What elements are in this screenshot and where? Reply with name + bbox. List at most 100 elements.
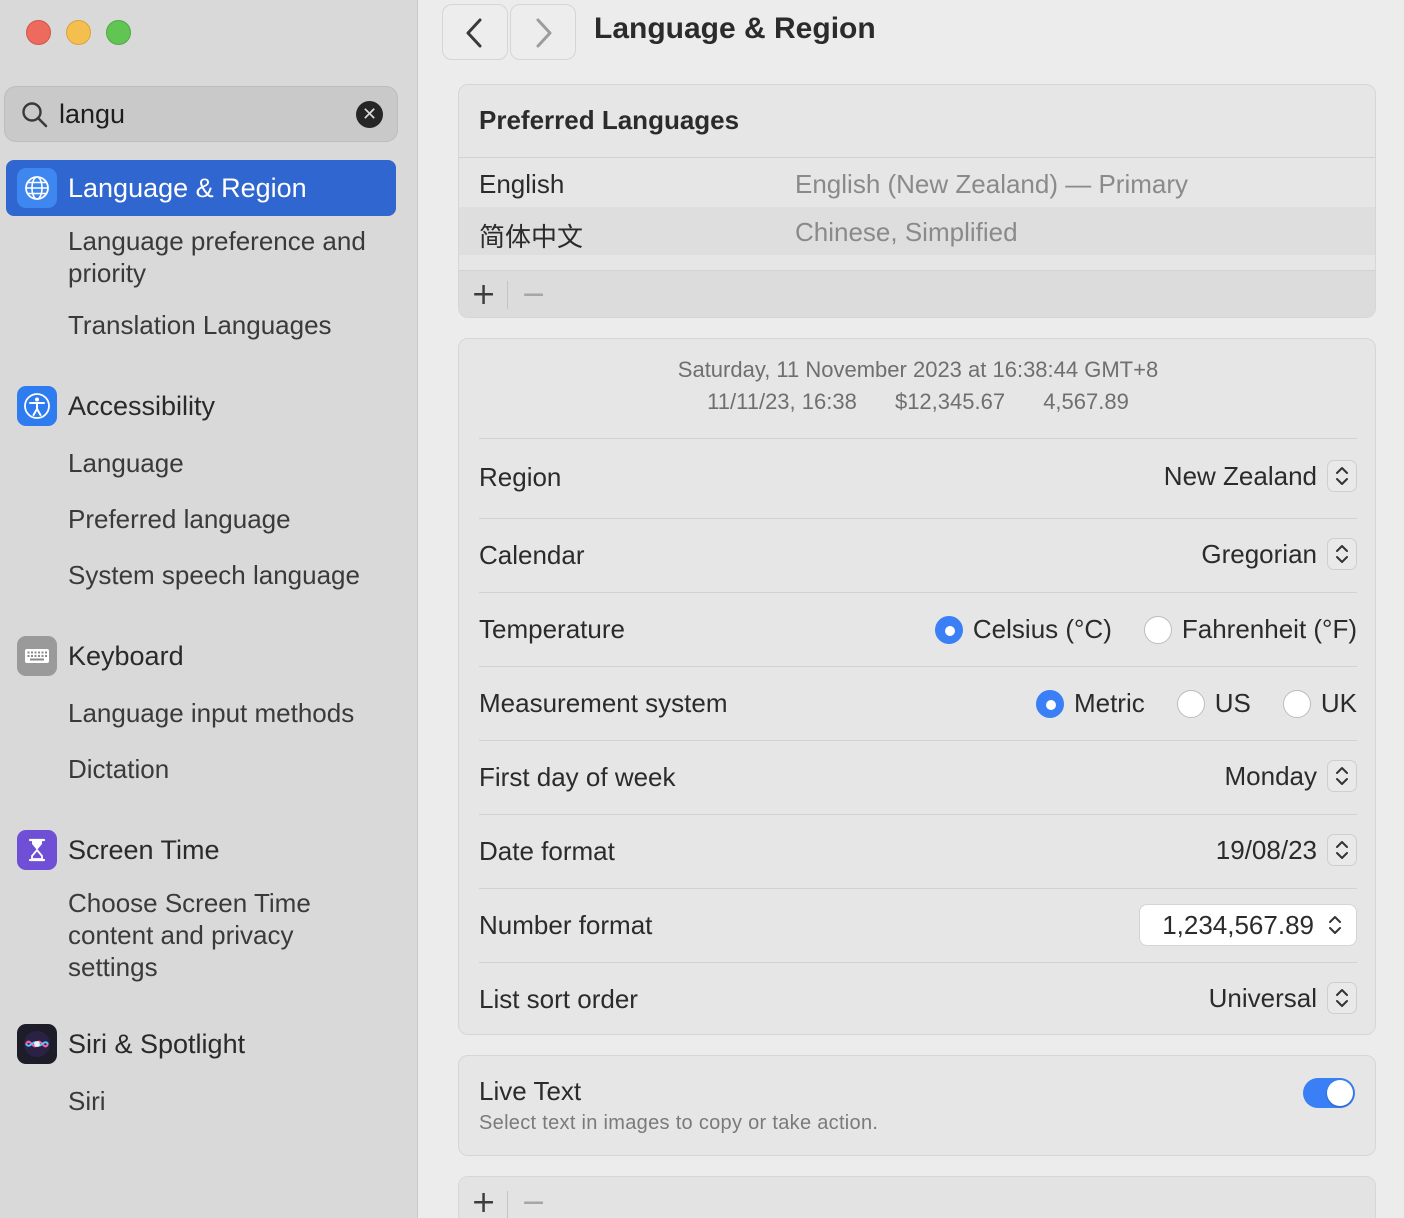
- radio-label: Celsius (°C): [972, 614, 1112, 644]
- live-text-panel: Live Text Select text in images to copy …: [458, 1055, 1376, 1156]
- siri-icon: [17, 1024, 57, 1064]
- format-preview-date: 11/11/23, 16:38: [707, 389, 857, 414]
- region-popup[interactable]: New Zealand: [1164, 460, 1357, 492]
- calendar-row: Calendar Gregorian: [479, 518, 1357, 592]
- add-language-button[interactable]: +: [471, 277, 496, 312]
- sidebar-subitem-language-input-methods[interactable]: Language input methods: [68, 697, 388, 729]
- sidebar-subitem-language-preference[interactable]: Language preference and priority: [68, 225, 388, 289]
- region-label: Region: [479, 462, 562, 492]
- divider: [479, 888, 1357, 889]
- sidebar-item-label: Language & Region: [68, 172, 307, 203]
- date-format-row: Date format 19/08/23: [479, 814, 1357, 888]
- bottom-list-panel: + −: [458, 1176, 1376, 1218]
- minimize-window-button[interactable]: [66, 20, 91, 45]
- radio-selected-icon: [934, 615, 963, 644]
- zoom-window-button[interactable]: [106, 20, 131, 45]
- format-preview-examples: 11/11/23, 16:38 $12,345.67 4,567.89: [459, 389, 1375, 415]
- page-title: Language & Region: [594, 12, 876, 45]
- sidebar-subitem-preferred-language[interactable]: Preferred language: [68, 503, 388, 535]
- format-preview-datetime: Saturday, 11 November 2023 at 16:38:44 G…: [677, 357, 1159, 382]
- radio-label: Fahrenheit (°F): [1181, 614, 1357, 644]
- metric-radio[interactable]: Metric: [1035, 688, 1145, 719]
- sidebar-item-label: Screen Time: [68, 834, 220, 865]
- format-preview-currency: $12,345.67: [894, 389, 1006, 414]
- first-day-label: First day of week: [479, 762, 676, 792]
- us-radio[interactable]: US: [1176, 688, 1251, 719]
- uk-radio[interactable]: UK: [1282, 688, 1357, 719]
- sidebar-item-label: Accessibility: [68, 390, 216, 421]
- clear-search-icon[interactable]: ✕: [356, 101, 383, 128]
- sidebar-subitem-dictation[interactable]: Dictation: [68, 753, 388, 785]
- first-day-row: First day of week Monday: [479, 740, 1357, 814]
- region-row: Region New Zealand: [479, 438, 1357, 518]
- divider: [459, 157, 1375, 158]
- calendar-popup[interactable]: Gregorian: [1201, 538, 1357, 570]
- sidebar-item-screen-time[interactable]: Screen Time: [6, 822, 396, 878]
- remove-item-button[interactable]: −: [521, 1185, 546, 1218]
- language-row[interactable]: 简体中文 Chinese, Simplified: [459, 207, 1375, 255]
- language-row[interactable]: English English (New Zealand) — Primary: [459, 159, 1375, 207]
- first-day-value: Monday: [1224, 760, 1318, 791]
- calendar-label: Calendar: [479, 540, 585, 570]
- number-format-value: 1,234,567.89: [1162, 909, 1314, 940]
- language-detail: Chinese, Simplified: [795, 217, 1018, 247]
- sidebar: langu ✕ Language & Region Language prefe…: [0, 0, 418, 1218]
- fahrenheit-radio[interactable]: Fahrenheit (°F): [1143, 614, 1357, 645]
- up-down-chevron-icon: [1327, 538, 1357, 570]
- close-window-button[interactable]: [26, 20, 51, 45]
- remove-language-button[interactable]: −: [521, 277, 546, 312]
- preferred-languages-panel: Preferred Languages English English (New…: [458, 84, 1376, 318]
- date-format-label: Date format: [479, 836, 615, 866]
- live-text-description: Select text in images to copy or take ac…: [479, 1112, 879, 1134]
- sort-order-popup[interactable]: Universal: [1209, 982, 1357, 1014]
- search-input[interactable]: langu: [59, 99, 125, 130]
- divider: [479, 592, 1357, 593]
- date-format-popup[interactable]: 19/08/23: [1216, 834, 1357, 866]
- divider: [507, 1191, 508, 1218]
- sidebar-subitem-siri[interactable]: Siri: [68, 1085, 388, 1117]
- search-icon: [22, 102, 48, 128]
- divider: [479, 438, 1357, 439]
- back-button[interactable]: [442, 4, 508, 60]
- sidebar-item-language-region[interactable]: Language & Region: [6, 160, 396, 216]
- accessibility-icon: [17, 386, 57, 426]
- up-down-chevron-icon: [1324, 909, 1346, 941]
- keyboard-icon: [17, 636, 57, 676]
- sidebar-item-accessibility[interactable]: Accessibility: [6, 378, 396, 434]
- measurement-label: Measurement system: [479, 688, 728, 718]
- live-text-toggle[interactable]: [1303, 1078, 1355, 1108]
- sidebar-item-keyboard[interactable]: Keyboard: [6, 628, 396, 684]
- sidebar-subitem-system-speech-language[interactable]: System speech language: [68, 559, 388, 591]
- language-name: English: [479, 169, 565, 199]
- sort-order-row: List sort order Universal: [479, 962, 1357, 1034]
- chevron-left-icon: [466, 18, 482, 48]
- calendar-value: Gregorian: [1201, 538, 1317, 569]
- add-item-button[interactable]: +: [471, 1185, 496, 1218]
- first-day-popup[interactable]: Monday: [1224, 760, 1357, 792]
- sort-order-value: Universal: [1208, 982, 1317, 1013]
- format-settings-panel: Saturday, 11 November 2023 at 16:38:44 G…: [458, 338, 1376, 1035]
- sidebar-subitem-translation-languages[interactable]: Translation Languages: [68, 309, 388, 341]
- up-down-chevron-icon: [1327, 834, 1357, 866]
- sidebar-item-siri-spotlight[interactable]: Siri & Spotlight: [6, 1016, 396, 1072]
- radio-unselected-icon: [1143, 615, 1172, 644]
- sidebar-subitem-screen-time-content-privacy[interactable]: Choose Screen Time content and privacy s…: [68, 887, 388, 983]
- temperature-label: Temperature: [479, 614, 625, 644]
- radio-unselected-icon: [1282, 689, 1311, 718]
- search-field[interactable]: langu ✕: [4, 86, 398, 142]
- divider: [479, 962, 1357, 963]
- radio-unselected-icon: [1176, 689, 1205, 718]
- number-format-popup[interactable]: 1,234,567.89: [1139, 904, 1357, 946]
- main-content: Language & Region Preferred Languages En…: [418, 0, 1404, 1218]
- radio-label: UK: [1320, 688, 1357, 718]
- language-detail: English (New Zealand) — Primary: [795, 169, 1189, 199]
- divider: [479, 814, 1357, 815]
- number-format-label: Number format: [479, 910, 653, 940]
- forward-button[interactable]: [510, 4, 576, 60]
- sort-order-label: List sort order: [479, 984, 638, 1014]
- sidebar-subitem-language[interactable]: Language: [68, 447, 388, 479]
- celsius-radio[interactable]: Celsius (°C): [934, 614, 1112, 645]
- chevron-right-icon: [536, 18, 552, 48]
- temperature-row: Temperature Celsius (°C) Fahrenheit (°F): [479, 592, 1357, 666]
- up-down-chevron-icon: [1327, 760, 1357, 792]
